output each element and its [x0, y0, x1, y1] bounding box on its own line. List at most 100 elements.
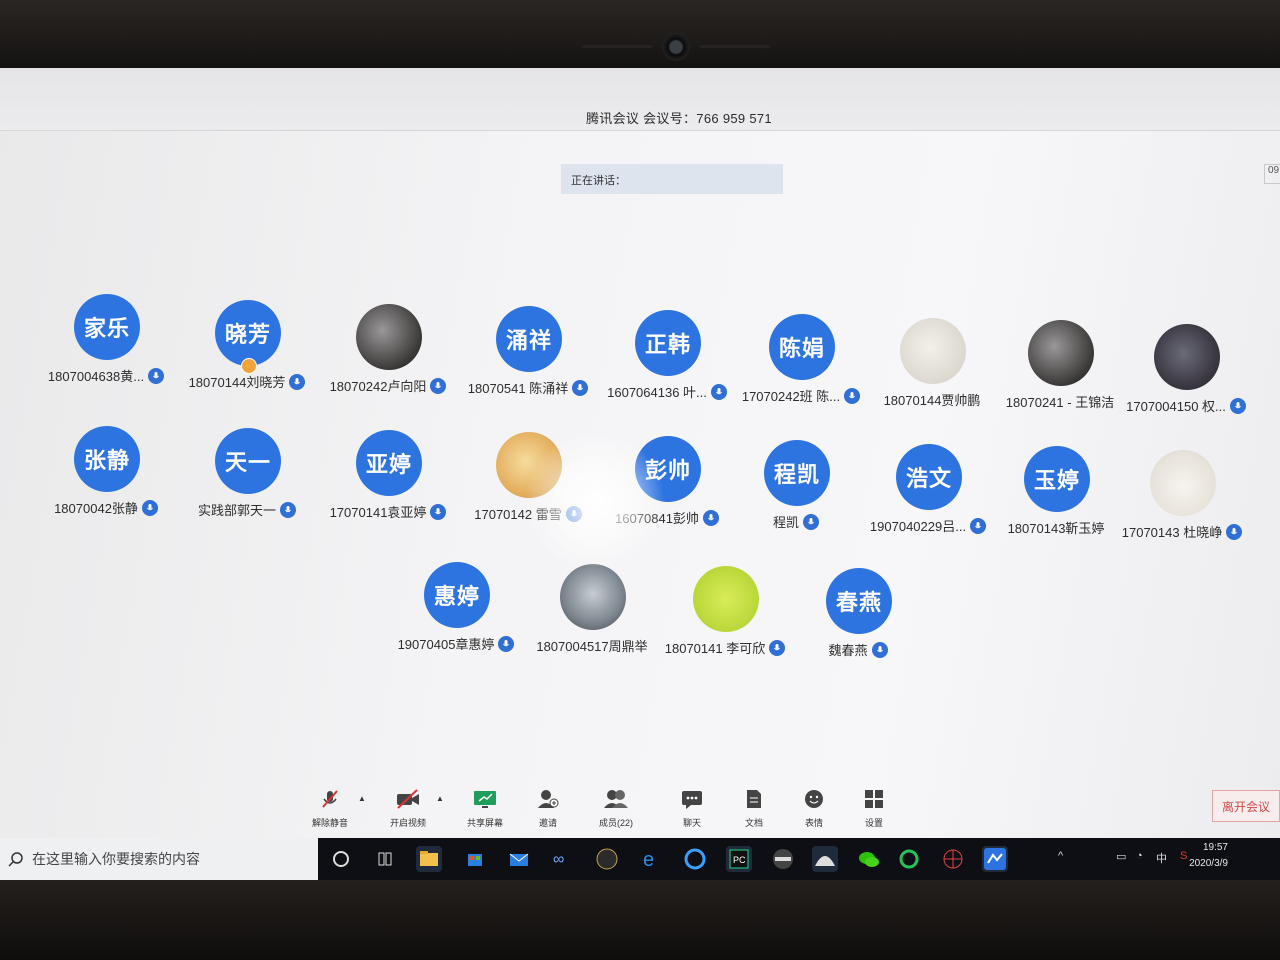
participant-tile[interactable]: 天一 实践部郭天一: [177, 428, 317, 528]
app-infinity-icon[interactable]: ∞: [550, 846, 576, 872]
participant-name: 18070242卢向阳: [329, 379, 427, 394]
participant-tile[interactable]: 1707004150 权...: [1116, 324, 1256, 424]
participant-tile[interactable]: 晓芳 18070144刘晓芳: [177, 300, 317, 400]
mic-icon: [498, 635, 515, 652]
browser-q-icon[interactable]: [682, 846, 708, 872]
participant-name: 实践部郭天一: [197, 503, 276, 518]
app-dome-icon[interactable]: [812, 846, 838, 872]
title-bar: 腾讯会议 会议号：766 959 571: [0, 68, 1280, 131]
app-circle-icon[interactable]: [594, 846, 620, 872]
reactions-button[interactable]: 表情: [784, 786, 844, 834]
participant-tile[interactable]: 春燕 魏春燕: [788, 568, 928, 668]
cortana-icon[interactable]: [328, 846, 354, 872]
participant-name: 程凯: [772, 515, 799, 530]
taskbar-search[interactable]: 在这里输入你要搜索的内容: [0, 838, 318, 880]
avatar: 陈娟: [769, 314, 835, 380]
participant-tile[interactable]: 家乐 1807004638黄...: [36, 294, 176, 394]
avatar: 张静: [74, 426, 140, 492]
mic-icon: [844, 387, 861, 404]
docs-button[interactable]: 文档: [724, 786, 784, 834]
battery-icon[interactable]: ▭: [1116, 850, 1126, 863]
ime-indicator[interactable]: 中: [1156, 850, 1167, 866]
mic-icon: [572, 379, 589, 396]
app-bar-icon[interactable]: [770, 846, 796, 872]
network-icon[interactable]: ◔: [1136, 850, 1143, 862]
participant-tile[interactable]: 惠婷 19070405章惠婷: [386, 562, 526, 662]
participant-name: 16070841彭帅: [615, 511, 699, 526]
mic-icon: [1226, 523, 1243, 540]
chat-button[interactable]: 聊天: [662, 786, 722, 834]
task-view-icon[interactable]: [372, 846, 398, 872]
participant-tile[interactable]: 18070141 李可欣: [655, 566, 795, 666]
invite-button[interactable]: 邀请: [518, 786, 578, 834]
laptop-bezel-bottom: [0, 880, 1280, 960]
settings-button[interactable]: 设置: [844, 786, 904, 834]
participant-tile[interactable]: 程凯 程凯: [726, 440, 866, 540]
mic-icon: [289, 373, 306, 390]
taskbar: 在这里输入你要搜索的内容 ∞ e PC ^ ▭ ◔ 中 S 19:57 2020…: [0, 838, 1280, 880]
chevron-up-icon[interactable]: ▲: [358, 794, 366, 803]
app-ring-icon[interactable]: [896, 846, 922, 872]
participant-tile[interactable]: 正韩 1607064136 叶...: [597, 310, 737, 410]
participant-tile[interactable]: 亚婷 17070141袁亚婷: [318, 430, 458, 530]
wechat-icon[interactable]: [856, 846, 882, 872]
participant-name: 18070144刘晓芳: [188, 375, 286, 390]
store-icon[interactable]: [462, 846, 488, 872]
avatar: 正韩: [635, 310, 701, 376]
participant-tile[interactable]: 17070142 雷雪: [458, 432, 598, 532]
mic-icon: [565, 505, 582, 522]
participant-name: 17070242班 陈...: [741, 389, 841, 404]
participant-tile[interactable]: 18070241 - 王锦洁: [990, 320, 1130, 420]
participant-tile[interactable]: 17070143 杜晓峥: [1112, 450, 1252, 550]
members-button[interactable]: 成员(22): [586, 786, 646, 834]
participant-name: 19070405章惠婷: [397, 637, 495, 652]
avatar-photo: [1150, 450, 1216, 516]
bezel-line: [700, 45, 770, 48]
participant-tile[interactable]: 玉婷 18070143靳玉婷: [986, 446, 1126, 546]
mic-icon: [148, 367, 165, 384]
avatar-photo: [356, 304, 422, 370]
svg-text:PC: PC: [733, 855, 746, 865]
share-screen-icon: [472, 786, 498, 812]
file-explorer-icon[interactable]: [416, 846, 442, 872]
participant-tile[interactable]: 18070242卢向阳: [318, 304, 458, 404]
avatar: 晓芳: [215, 300, 281, 366]
app-web-icon[interactable]: [940, 846, 966, 872]
add-user-icon: [535, 786, 561, 812]
participant-tile[interactable]: 彭帅 16070841彭帅: [597, 436, 737, 536]
avatar: 浩文: [896, 444, 962, 510]
clock[interactable]: 19:57 2020/3/9: [1189, 840, 1228, 872]
window-title: 腾讯会议 会议号：766 959 571: [586, 111, 772, 126]
pycharm-icon[interactable]: PC: [726, 846, 752, 872]
participant-tile[interactable]: 18070144贾帅鹏: [862, 318, 1002, 418]
search-placeholder: 在这里输入你要搜索的内容: [32, 851, 200, 867]
start-video-button[interactable]: 开启视频: [378, 786, 438, 834]
participant-name: 17070142 雷雪: [474, 507, 562, 522]
participant-tile[interactable]: 陈娟 17070242班 陈...: [731, 314, 871, 414]
participant-name: 18070541 陈涌祥: [467, 381, 569, 396]
participant-tile[interactable]: 张静 18070042张静: [36, 426, 176, 526]
mic-icon: [871, 641, 888, 658]
tencent-meeting-icon[interactable]: [982, 846, 1008, 872]
avatar: 天一: [215, 428, 281, 494]
participant-tile[interactable]: 涌祥 18070541 陈涌祥: [458, 306, 598, 406]
chevron-up-icon[interactable]: ▲: [436, 794, 444, 803]
chevron-up-icon[interactable]: ^: [1058, 850, 1063, 862]
participant-name: 17070141袁亚婷: [329, 505, 427, 520]
participant-name: 17070143 杜晓峥: [1121, 525, 1223, 540]
share-screen-button[interactable]: 共享屏幕: [455, 786, 515, 834]
mail-icon[interactable]: [506, 846, 532, 872]
sogou-icon[interactable]: S: [1180, 850, 1187, 862]
search-icon: [8, 852, 23, 867]
mic-muted-icon: [317, 786, 343, 812]
unmute-button[interactable]: 解除静音: [300, 786, 360, 834]
grid-icon: [861, 786, 887, 812]
leave-meeting-button[interactable]: 离开会议: [1212, 790, 1280, 822]
participant-name: 18070143靳玉婷: [1007, 521, 1105, 536]
meeting-toolbar: 解除静音 ▲ 开启视频 ▲ 共享屏幕 邀请 成员(22) 聊天 文档 表情 设置: [300, 786, 920, 834]
mic-icon: [803, 513, 819, 530]
participant-tile[interactable]: 1807004517周鼎举: [522, 564, 662, 664]
participant-tile[interactable]: 浩文 1907040229吕...: [858, 444, 998, 544]
edge-icon[interactable]: e: [638, 846, 664, 872]
avatar: 春燕: [826, 568, 892, 634]
